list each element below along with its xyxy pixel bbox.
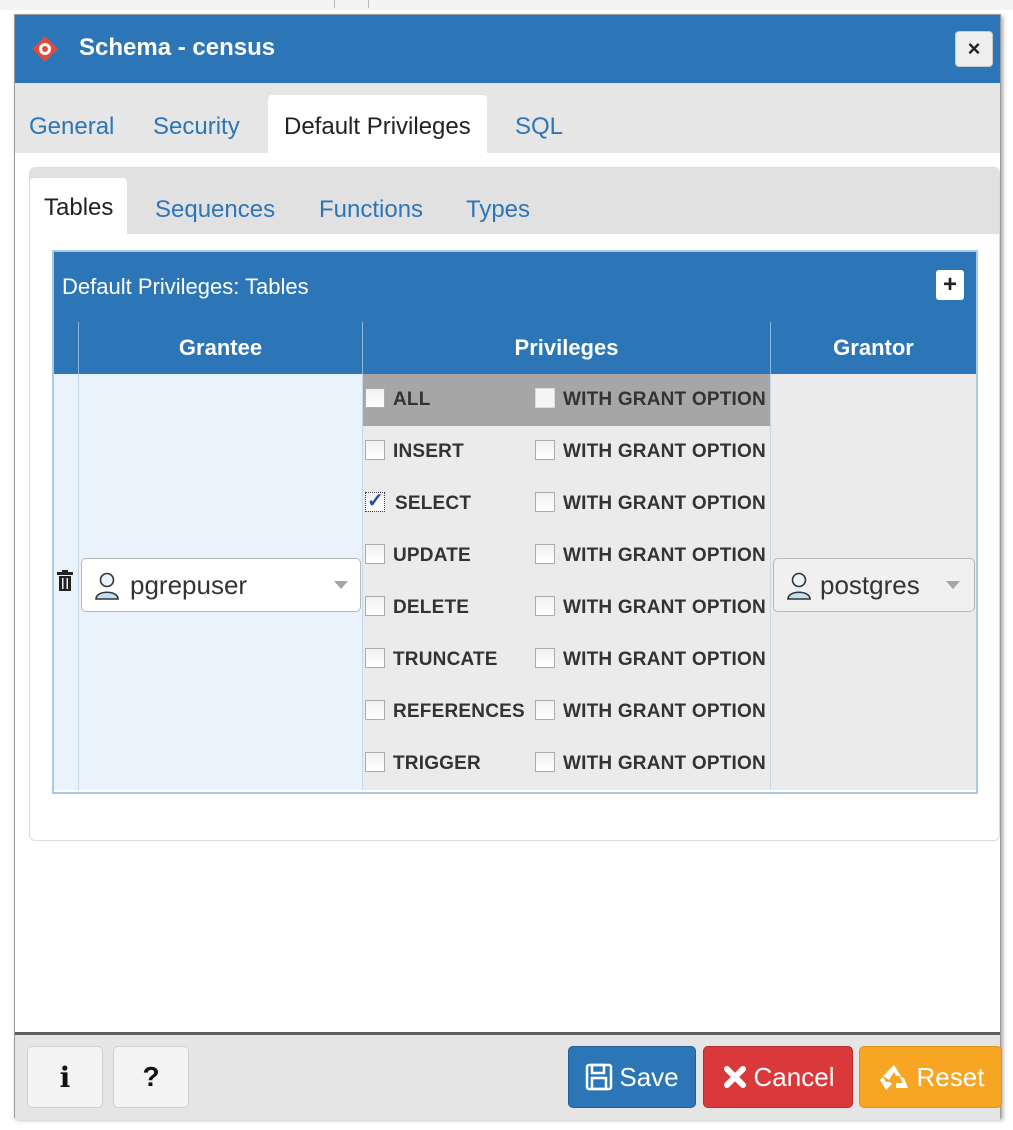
privilege-label: SELECT: [395, 493, 472, 514]
grantor-value: postgres: [820, 570, 920, 600]
privilege-checkbox[interactable]: [365, 440, 385, 460]
grant-option-label: WITH GRANT OPTION: [563, 753, 766, 774]
privilege-checkbox[interactable]: [365, 388, 385, 408]
privilege-type-tab-bar: Tables Sequences Functions Types: [30, 168, 999, 234]
privilege-label: UPDATE: [393, 545, 471, 566]
close-icon: ×: [967, 36, 981, 61]
privilege-label: TRIGGER: [393, 753, 481, 774]
privilege-checkbox[interactable]: [365, 544, 385, 564]
tab-tables[interactable]: Tables: [30, 178, 128, 234]
tab-types[interactable]: Types: [466, 196, 530, 224]
privilege-checkbox[interactable]: [365, 648, 385, 668]
grant-option-checkbox[interactable]: [535, 752, 555, 772]
privilege-row: UPDATE WITH GRANT OPTION: [363, 530, 771, 582]
dialog-title: Schema - census: [79, 34, 276, 61]
column-header-actions: [54, 322, 78, 374]
privilege-checkbox[interactable]: [365, 752, 385, 772]
grant-option-label: WITH GRANT OPTION: [563, 649, 766, 670]
user-icon: [94, 572, 120, 600]
tab-general[interactable]: General: [29, 113, 114, 141]
background-window-strip: [0, 0, 1013, 10]
default-privileges-panel: Tables Sequences Functions Types Default…: [29, 167, 1000, 841]
grant-option-checkbox[interactable]: [535, 648, 555, 668]
grantee-value: pgrepuser: [130, 570, 248, 600]
dialog-titlebar[interactable]: Schema - census ×: [15, 15, 1000, 83]
cancel-button[interactable]: Cancel: [703, 1046, 853, 1108]
schema-dialog: Schema - census × General Security Defau…: [14, 14, 1002, 1120]
privilege-label: DELETE: [393, 597, 470, 618]
privilege-row: REFERENCES WITH GRANT OPTION: [363, 686, 771, 738]
save-label: Save: [619, 1061, 679, 1092]
privilege-checkbox[interactable]: [365, 700, 385, 720]
grant-option-label: WITH GRANT OPTION: [563, 701, 766, 722]
window-divider: [334, 0, 335, 8]
chevron-down-icon: [946, 581, 960, 589]
grant-option-checkbox[interactable]: [535, 492, 555, 512]
grant-option-checkbox[interactable]: [535, 596, 555, 616]
privilege-row: DELETE WITH GRANT OPTION: [363, 582, 771, 634]
pgadmin-logo-icon: [32, 36, 58, 62]
privilege-row: TRIGGER WITH GRANT OPTION: [363, 738, 771, 790]
cancel-icon: [722, 1064, 748, 1090]
tab-functions[interactable]: Functions: [319, 196, 423, 224]
cancel-label: Cancel: [753, 1061, 835, 1092]
tab-security[interactable]: Security: [153, 113, 240, 141]
help-icon: ?: [142, 1061, 160, 1092]
privilege-row: ALL WITH GRANT OPTION: [363, 374, 771, 426]
main-tab-bar: General Security Default Privileges SQL: [15, 83, 1000, 153]
grid-title: Default Privileges: Tables: [62, 274, 309, 299]
privilege-label: INSERT: [393, 441, 464, 462]
grant-option-label: WITH GRANT OPTION: [563, 441, 766, 462]
close-button[interactable]: ×: [955, 31, 993, 67]
grantor-cell: postgres: [770, 374, 976, 790]
dialog-footer: i ? Save Cancel Reset: [15, 1032, 1002, 1120]
grant-option-label: WITH GRANT OPTION: [563, 389, 766, 410]
grant-option-label: WITH GRANT OPTION: [563, 597, 766, 618]
trash-icon[interactable]: [56, 570, 74, 592]
grant-option-checkbox[interactable]: [535, 700, 555, 720]
tab-default-privileges[interactable]: Default Privileges: [268, 95, 487, 153]
chevron-down-icon: [334, 581, 348, 589]
save-icon: [585, 1063, 613, 1091]
help-button[interactable]: ?: [113, 1046, 189, 1108]
window-divider: [368, 0, 369, 8]
grant-option-checkbox[interactable]: [535, 440, 555, 460]
grid-header: Default Privileges: Tables +: [54, 252, 976, 322]
user-icon: [786, 572, 812, 600]
grant-option-checkbox[interactable]: [535, 388, 555, 408]
row-actions-cell: [54, 374, 78, 790]
privileges-cell: ALL WITH GRANT OPTION INSERT WITH GRANT OPT…: [362, 374, 771, 790]
add-row-button[interactable]: +: [936, 270, 964, 300]
tab-sql[interactable]: SQL: [515, 113, 563, 141]
tab-sequences[interactable]: Sequences: [155, 196, 275, 224]
save-button[interactable]: Save: [568, 1046, 696, 1108]
reset-button[interactable]: Reset: [859, 1046, 1002, 1108]
info-button[interactable]: i: [27, 1046, 103, 1108]
add-icon: +: [942, 271, 957, 298]
column-header-grantor: Grantor: [770, 322, 976, 374]
column-header-privileges: Privileges: [362, 322, 770, 374]
column-header-grantee: Grantee: [78, 322, 362, 374]
reset-icon: [877, 1062, 911, 1092]
grantee-select[interactable]: pgrepuser: [81, 558, 361, 612]
grantor-select[interactable]: postgres: [773, 558, 975, 612]
reset-label: Reset: [916, 1061, 985, 1092]
grant-option-label: WITH GRANT OPTION: [563, 545, 766, 566]
privilege-row: TRUNCATE WITH GRANT OPTION: [363, 634, 771, 686]
privilege-row: SELECT WITH GRANT OPTION: [363, 478, 771, 530]
info-icon: i: [59, 1060, 71, 1094]
grantee-cell: pgrepuser: [78, 374, 362, 790]
privilege-label: REFERENCES: [393, 701, 525, 722]
grant-option-label: WITH GRANT OPTION: [563, 493, 766, 514]
privilege-row: INSERT WITH GRANT OPTION: [363, 426, 771, 478]
privilege-checkbox[interactable]: [365, 488, 385, 513]
privilege-checkbox[interactable]: [365, 596, 385, 616]
privilege-label: ALL: [393, 389, 431, 410]
privileges-grid: Default Privileges: Tables + Grantee Pri…: [52, 250, 978, 794]
privilege-label: TRUNCATE: [393, 649, 498, 670]
grant-option-checkbox[interactable]: [535, 544, 555, 564]
